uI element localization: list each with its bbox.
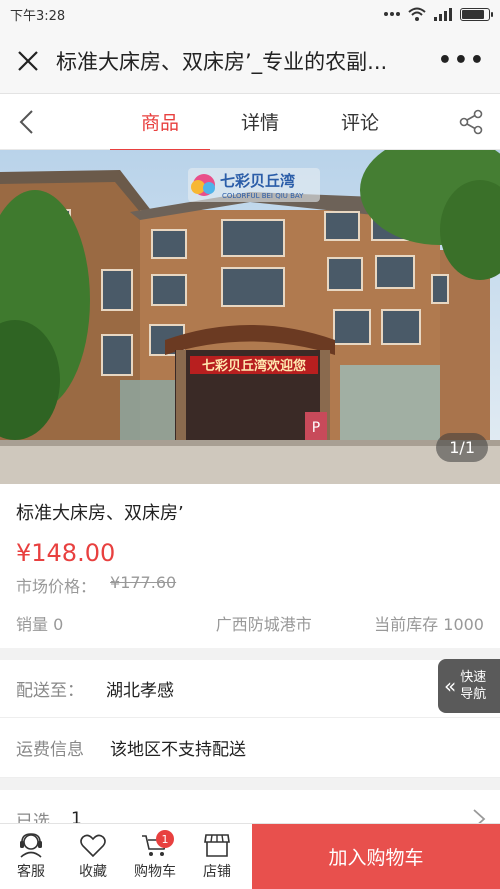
quick-nav-line1: 快速 [460,670,487,685]
page-title: 标准大床房、双床房’_专业的农副... [56,49,388,74]
cart-label: 购物车 [134,864,176,880]
delivery-value: 湖北孝感 [106,681,174,701]
shop-icon [204,834,230,857]
product-info: 标准大床房、双床房’ ¥148.00 市场价格： ¥177.60 销量 0 广西… [0,484,500,648]
product-title: 标准大床房、双床房’ [16,503,184,524]
service-icon [20,833,42,858]
rooftop-sign: 七彩贝丘湾 [220,172,295,190]
favorite-label: 收藏 [79,864,107,880]
status-icons [384,7,493,21]
close-icon[interactable] [14,47,42,75]
market-price: ¥177.60 [110,573,177,592]
title-bar: 标准大床房、双床房’_专业的农副... ••• [0,28,500,94]
service-button[interactable]: 客服 [0,824,62,889]
location: 广西防城港市 [215,615,312,634]
tab-goods[interactable]: 商品 [110,94,210,151]
service-label: 客服 [17,864,45,880]
market-price-row: 市场价格： ¥177.60 [16,573,484,597]
status-bar: 下午3:28 [0,0,500,28]
cart-badge: 1 [156,830,174,848]
back-icon[interactable] [14,108,42,136]
add-to-cart-button[interactable]: 加入购物车 [252,824,500,889]
delivery-row[interactable]: 配送至： 湖北孝感 [0,660,500,718]
tab-details[interactable]: 详情 [210,94,310,150]
parking-sign: P [312,420,320,436]
delivery-label: 配送至： [16,681,84,701]
shop-label: 店铺 [203,864,231,880]
signal-icon [434,7,452,21]
more-icon[interactable]: ••• [438,48,486,73]
welcome-banner: 七彩贝丘湾欢迎您 [202,358,306,374]
delivery-section: 配送至： 湖北孝感 运费信息 该地区不支持配送 [0,660,500,778]
product-price: ¥148.00 [16,539,116,567]
status-time: 下午3:28 [10,8,66,24]
bottom-bar: 客服 收藏 1 购物车 店铺 加入购物车 [0,823,500,889]
quick-nav-line2: 导航 [460,687,487,702]
tabs: 商品 详情 评论 [110,94,410,151]
quick-nav-button[interactable]: « 快速 导航 [438,659,500,713]
shipping-value: 该地区不支持配送 [110,740,246,760]
cart-button[interactable]: 1 购物车 [124,824,186,889]
battery-icon [460,7,493,21]
share-icon[interactable] [458,108,484,136]
wifi-icon [408,7,426,21]
shipping-row: 运费信息 该地区不支持配送 [0,718,500,778]
dots-icon [384,12,400,16]
tab-bar: 商品 详情 评论 [0,94,500,151]
heart-icon [80,834,106,858]
image-counter: 1/1 [436,433,488,462]
rooftop-sign-en: COLORFUL BEI QIU BAY [222,192,304,200]
market-price-label: 市场价格： [16,577,97,596]
sales-count: 销量 0 [16,615,64,634]
double-chevron-left-icon: « [444,674,457,698]
shop-button[interactable]: 店铺 [186,824,248,889]
product-image[interactable]: 七彩贝丘湾 COLORFUL BEI QIU BAY 七彩贝丘湾欢迎您 P 1/… [0,150,500,484]
tab-reviews[interactable]: 评论 [310,94,410,150]
favorite-button[interactable]: 收藏 [62,824,124,889]
meta-row: 销量 0 广西防城港市 当前库存 1000 [16,611,484,635]
shipping-label: 运费信息 [16,740,84,760]
stock-count: 当前库存 1000 [374,615,484,634]
hotel-illustration: 七彩贝丘湾 COLORFUL BEI QIU BAY 七彩贝丘湾欢迎您 P [0,150,500,484]
